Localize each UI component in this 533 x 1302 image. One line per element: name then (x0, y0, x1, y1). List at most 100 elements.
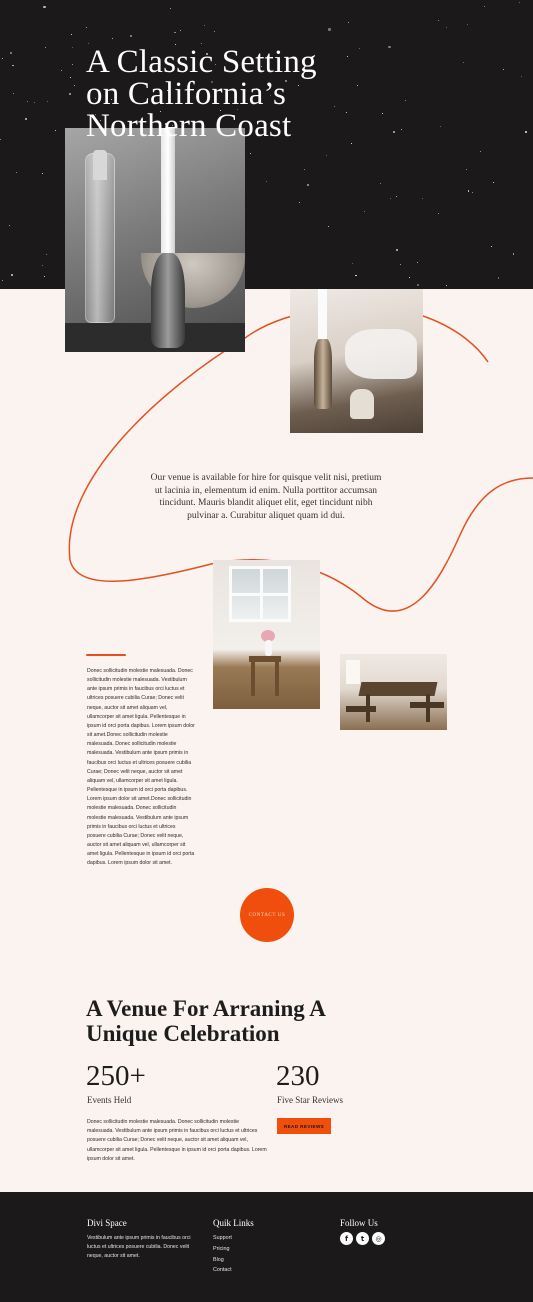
star-dot (472, 192, 473, 193)
star-dot (306, 183, 310, 186)
star-dot (521, 75, 523, 77)
star-dot (437, 212, 439, 214)
star-dot (382, 113, 383, 115)
star-dot (357, 84, 359, 86)
star-dot (85, 27, 87, 29)
footer-links-title: Quik Links (213, 1218, 254, 1228)
photo-dining-table (340, 654, 447, 730)
about-body-text: Donec sollicitudin molestie malesuada. D… (87, 668, 195, 867)
star-dot (465, 168, 467, 170)
star-dot (15, 171, 17, 173)
star-dot (512, 253, 514, 255)
accent-divider (86, 654, 126, 656)
star-dot (213, 31, 215, 33)
star-dot (11, 274, 13, 276)
star-dot (493, 182, 495, 184)
star-dot (446, 284, 448, 286)
stat-reviews-number: 230 (276, 1060, 320, 1092)
star-dot (71, 34, 72, 35)
twitter-icon[interactable]: t (356, 1232, 369, 1245)
star-dot (393, 130, 396, 133)
star-dot (350, 142, 352, 144)
star-dot (0, 139, 2, 141)
star-dot (358, 48, 360, 50)
star-dot (396, 196, 397, 198)
star-dot (400, 129, 402, 131)
star-dot (421, 198, 423, 199)
star-dot (2, 279, 4, 281)
star-dot (390, 197, 392, 199)
star-dot (45, 46, 46, 48)
star-dot (12, 64, 14, 66)
star-dot (468, 190, 470, 192)
star-dot (480, 151, 481, 152)
star-dot (27, 100, 29, 102)
footer: Divi Space Vestibulum ante ipsum primis … (0, 1192, 533, 1302)
star-dot (463, 62, 464, 63)
star-dot (265, 180, 267, 183)
star-dot (417, 283, 420, 286)
star-dot (404, 100, 406, 102)
star-dot (1, 58, 3, 60)
venue-title: A Venue For Arraning A Unique Celebratio… (86, 996, 326, 1046)
read-reviews-button[interactable]: READ REVIEWS (277, 1118, 331, 1134)
footer-link-pricing[interactable]: Pricing (213, 1244, 232, 1255)
star-dot (174, 32, 176, 34)
star-dot (328, 28, 331, 31)
star-dot (41, 172, 43, 174)
facebook-icon[interactable]: f (340, 1232, 353, 1245)
star-dot (8, 224, 10, 226)
star-dot (180, 30, 182, 32)
star-dot (348, 21, 350, 23)
venue-body-text: Donec sollicitudin molestie malesuada. D… (87, 1119, 267, 1162)
star-dot (491, 246, 492, 247)
contact-us-button[interactable]: CONTACT US (240, 888, 294, 942)
star-dot (47, 100, 49, 102)
footer-links: Support Pricing Blog Contact (213, 1233, 232, 1276)
star-dot (445, 26, 447, 29)
star-dot (467, 23, 469, 25)
hero-title: A Classic Setting on California’s Northe… (86, 44, 317, 144)
star-dot (9, 52, 12, 55)
star-dot (408, 276, 410, 278)
star-dot (502, 68, 504, 70)
star-dot (25, 117, 28, 121)
star-dot (111, 38, 113, 40)
footer-link-blog[interactable]: Blog (213, 1255, 232, 1266)
star-dot (249, 153, 251, 154)
star-dot (525, 130, 528, 133)
star-dot (54, 129, 56, 131)
star-dot (43, 6, 46, 9)
star-dot (417, 261, 419, 263)
star-dot (518, 1, 520, 3)
star-dot (497, 277, 499, 279)
star-dot (34, 101, 36, 103)
photo-bottle-candle (65, 128, 245, 352)
star-dot (439, 125, 441, 127)
star-dot (380, 182, 381, 184)
star-dot (12, 92, 14, 94)
star-dot (437, 19, 439, 21)
star-dot (61, 69, 62, 71)
star-dot (355, 274, 357, 276)
star-dot (68, 93, 72, 96)
footer-link-contact[interactable]: Contact (213, 1265, 232, 1276)
star-dot (484, 5, 485, 7)
star-dot (388, 45, 391, 48)
instagram-icon[interactable]: ◎ (372, 1232, 385, 1245)
star-dot (74, 84, 76, 87)
photo-window-stool (213, 560, 320, 709)
footer-follow-title: Follow Us (340, 1218, 378, 1228)
footer-link-support[interactable]: Support (213, 1233, 232, 1244)
star-dot (395, 248, 398, 251)
star-dot (363, 210, 365, 213)
star-dot (351, 262, 354, 264)
stat-reviews-label: Five Star Reviews (277, 1095, 343, 1105)
star-dot (169, 8, 171, 10)
star-dot (303, 168, 305, 170)
stat-events-label: Events Held (87, 1095, 132, 1105)
star-dot (45, 254, 47, 256)
stat-events-number: 250+ (86, 1060, 146, 1092)
star-dot (328, 226, 329, 227)
star-dot (130, 34, 133, 38)
